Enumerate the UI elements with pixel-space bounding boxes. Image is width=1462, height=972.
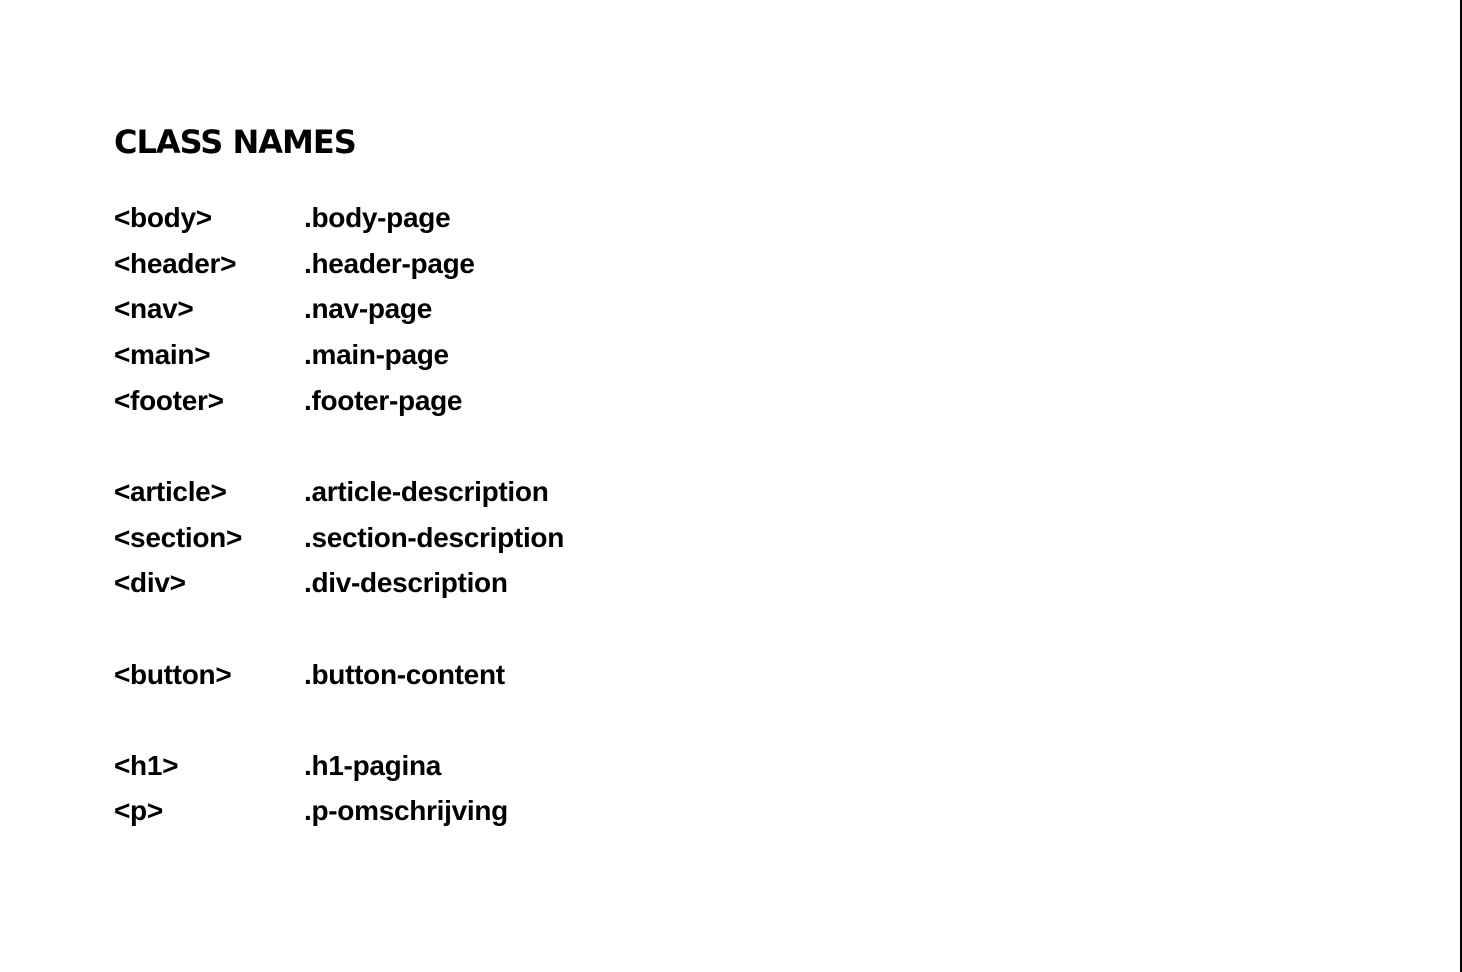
class-name: .div-description	[304, 567, 508, 599]
class-name: .nav-page	[304, 293, 433, 325]
page-title: CLASS NAMES	[114, 123, 357, 161]
class-name: .article-description	[304, 475, 549, 507]
class-name: .main-page	[304, 339, 449, 371]
mapping-row: <footer> .footer-page	[114, 385, 1014, 431]
html-tag: <article>	[114, 475, 227, 507]
class-name: .p-omschrijving	[304, 795, 508, 827]
mapping-row: <article> .article-description	[114, 476, 1014, 522]
class-name: .h1-pagina	[304, 749, 442, 781]
class-name: .body-page	[304, 202, 451, 233]
html-tag: <h1>	[114, 749, 179, 781]
html-tag: <div>	[114, 567, 186, 599]
html-tag: <main>	[114, 339, 211, 371]
button-group: <button> .button-content	[114, 659, 1014, 705]
html-tag: <nav>	[114, 293, 194, 325]
class-names-document: CLASS NAMES <body> .body-page <header> .…	[114, 122, 1014, 841]
html-tag: <footer>	[114, 384, 224, 416]
html-tag: <p>	[114, 795, 163, 827]
mapping-row: <header> .header-page	[114, 248, 1014, 294]
mapping-row: <nav> .nav-page	[114, 293, 1014, 339]
html-tag: <section>	[114, 521, 243, 553]
class-name-groups: <body> .body-page <header> .header-page …	[114, 202, 1014, 841]
mapping-row: <main> .main-page	[114, 339, 1014, 385]
mapping-row: <section> .section-description	[114, 522, 1014, 568]
html-tag: <body>	[114, 202, 212, 233]
class-name: .section-description	[304, 521, 565, 553]
mapping-row: <button> .button-content	[114, 659, 1014, 705]
class-name: .button-content	[304, 658, 505, 690]
mapping-row: <p> .p-omschrijving	[114, 795, 1014, 841]
class-name: .header-page	[304, 247, 475, 279]
html-tag: <header>	[114, 247, 237, 279]
page-structure-group: <body> .body-page <header> .header-page …	[114, 202, 1014, 430]
mapping-row: <h1> .h1-pagina	[114, 750, 1014, 796]
mapping-row: <body> .body-page	[114, 202, 1014, 248]
class-name: .footer-page	[304, 384, 463, 416]
text-element-group: <h1> .h1-pagina <p> .p-omschrijving	[114, 750, 1014, 841]
mapping-row: <div> .div-description	[114, 567, 1014, 613]
html-tag: <button>	[114, 658, 232, 690]
content-container-group: <article> .article-description <section>…	[114, 476, 1014, 613]
